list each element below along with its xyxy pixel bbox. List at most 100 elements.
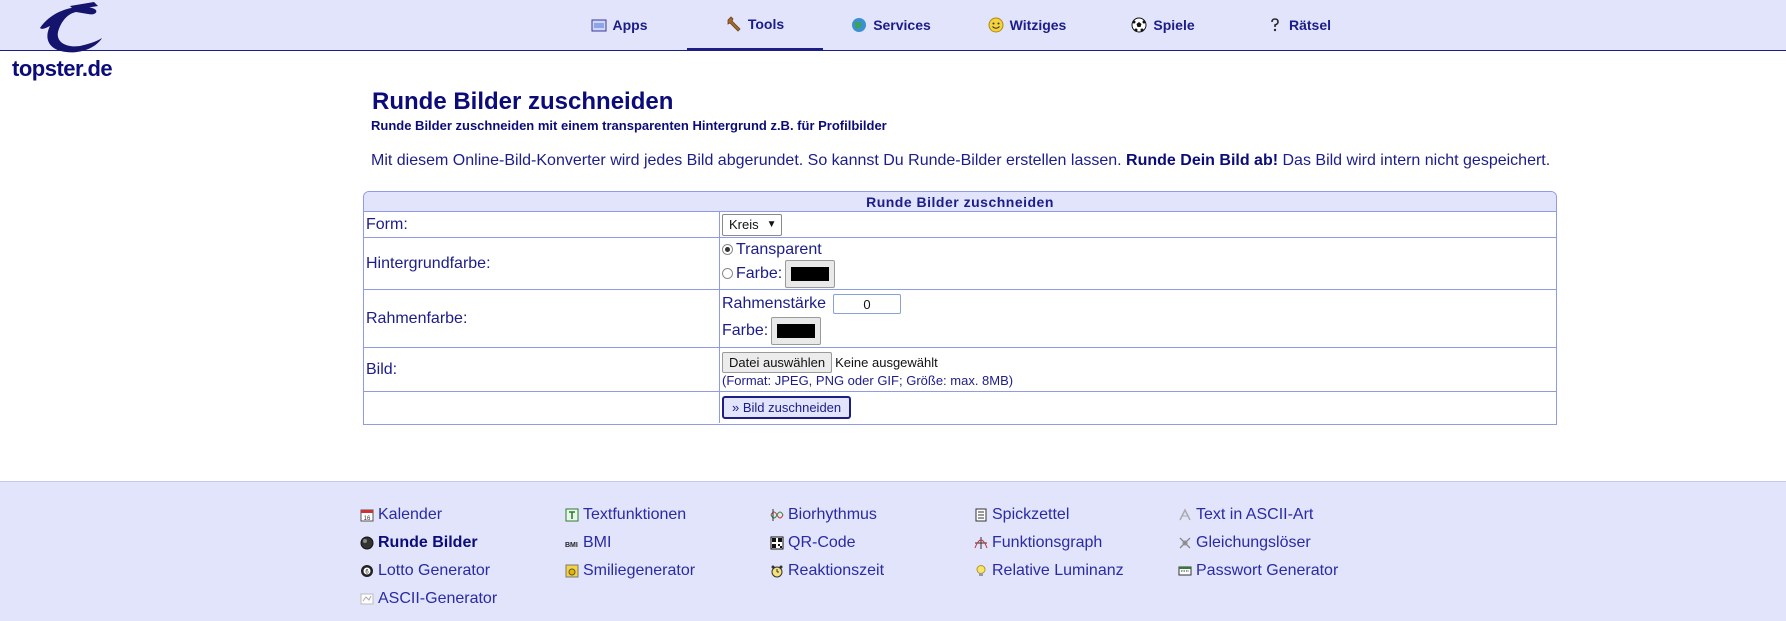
border-label: Rahmenfarbe: bbox=[364, 290, 720, 347]
ascii-icon bbox=[360, 593, 374, 605]
form-heading: Runde Bilder zuschneiden bbox=[364, 192, 1556, 212]
logo-t-icon bbox=[40, 2, 102, 53]
footer-link-label: ASCII-Generator bbox=[378, 590, 498, 607]
form-row-shape: Form: Kreis ▼ bbox=[364, 212, 1556, 238]
crop-form: Runde Bilder zuschneiden Form: Kreis ▼ H… bbox=[363, 191, 1557, 425]
footer-link-ascii-generator[interactable]: ASCII-Generator bbox=[360, 588, 565, 610]
intro-text: Mit diesem Online-Bild-Konverter wird je… bbox=[371, 152, 1550, 170]
background-color-picker[interactable] bbox=[785, 259, 836, 288]
footer-link-gleichungsloeser[interactable]: Gleichungslöser bbox=[1178, 532, 1398, 554]
footer-link-qr-code[interactable]: QR-Code bbox=[770, 532, 974, 554]
nav-label-witziges: Witziges bbox=[1009, 17, 1067, 33]
footer-link-biorhythmus[interactable]: Biorhythmus bbox=[770, 504, 974, 526]
background-label: Hintergrundfarbe: bbox=[364, 238, 720, 289]
shape-label: Form: bbox=[364, 212, 720, 237]
nav-item-apps[interactable]: Apps bbox=[551, 0, 687, 50]
footer-link-funktionsgraph[interactable]: Funktionsgraph bbox=[974, 532, 1178, 554]
crop-image-button[interactable]: » Bild zuschneiden bbox=[722, 396, 852, 419]
round-image-icon bbox=[360, 536, 374, 550]
footer-link-lotto-generator[interactable]: 6 Lotto Generator bbox=[360, 560, 565, 582]
page-title: Runde Bilder zuschneiden bbox=[372, 88, 674, 115]
transparent-label: Transparent bbox=[736, 240, 822, 258]
footer-link-smiliegenerator[interactable]: Smiliegenerator bbox=[565, 560, 770, 582]
border-color-swatch bbox=[777, 323, 816, 338]
footer-link-runde-bilder[interactable]: Runde Bilder bbox=[360, 532, 565, 554]
footer-link-label: QR-Code bbox=[788, 534, 856, 551]
chevron-down-icon: ▼ bbox=[766, 219, 777, 230]
footer-link-label: Runde Bilder bbox=[378, 534, 478, 551]
shape-cell: Kreis ▼ bbox=[720, 212, 1556, 237]
file-hint: (Format: JPEG, PNG oder GIF; Größe: max.… bbox=[722, 373, 1014, 388]
footer-link-spickzettel[interactable]: Spickzettel bbox=[974, 504, 1178, 526]
border-cell: Rahmenstärke 0 Farbe: bbox=[720, 290, 1556, 347]
nav-item-witziges[interactable]: Witziges bbox=[959, 0, 1095, 50]
footer-link-relative-luminanz[interactable]: Relative Luminanz bbox=[974, 560, 1178, 582]
footer-link-passwort-generator[interactable]: Passwort Generator bbox=[1178, 560, 1398, 582]
footer-link-label: Text in ASCII-Art bbox=[1196, 506, 1314, 523]
intro-text-bold: Runde Dein Bild ab! bbox=[1126, 152, 1279, 169]
equation-icon bbox=[1179, 537, 1191, 549]
transparent-radio[interactable] bbox=[722, 244, 733, 255]
question-icon bbox=[1271, 18, 1279, 32]
form-row-background: Hintergrundfarbe: Transparent Farbe: bbox=[364, 238, 1556, 290]
footer-link-reaktionszeit[interactable]: Reaktionszeit bbox=[770, 560, 974, 582]
footer-link-label: Textfunktionen bbox=[583, 506, 687, 523]
nav-label-raetsel: Rätsel bbox=[1288, 17, 1332, 33]
transparent-option: Transparent bbox=[722, 240, 1556, 260]
footer-link-label: Spickzettel bbox=[992, 506, 1070, 523]
border-width-input[interactable]: 0 bbox=[833, 293, 902, 314]
top-navigation-bar: topster.de Apps Tools Services Witziges … bbox=[0, 0, 1786, 81]
smilie-icon bbox=[565, 564, 579, 578]
biorhythm-icon bbox=[770, 509, 784, 521]
color-radio[interactable] bbox=[722, 268, 733, 279]
footer-link-label: Relative Luminanz bbox=[992, 562, 1124, 579]
text-icon bbox=[565, 508, 579, 522]
bmi-icon: BMI bbox=[565, 542, 578, 549]
wrench-icon bbox=[727, 16, 741, 32]
choose-file-button[interactable]: Datei auswählen bbox=[722, 351, 833, 373]
nav-item-tools[interactable]: Tools bbox=[687, 0, 823, 50]
form-row-submit: » Bild zuschneiden bbox=[364, 392, 1556, 423]
password-icon bbox=[1178, 566, 1192, 576]
smiley-icon bbox=[988, 17, 1004, 33]
image-label: Bild: bbox=[364, 348, 720, 391]
background-color-swatch bbox=[791, 266, 830, 281]
nav-item-services[interactable]: Services bbox=[823, 0, 959, 50]
soccer-ball-icon bbox=[1131, 17, 1147, 33]
form-row-image: Bild: Datei auswählen Keine ausgewählt (… bbox=[364, 348, 1556, 392]
border-width-line: Rahmenstärke 0 bbox=[722, 292, 1556, 316]
border-color-picker[interactable] bbox=[771, 316, 822, 345]
main-nav: Apps Tools Services Witziges Spiele Räts… bbox=[551, 0, 1367, 50]
intro-text-part2: Das Bild wird intern nicht gespeichert. bbox=[1282, 152, 1551, 169]
footer-link-kalender[interactable]: 16 Kalender bbox=[360, 504, 565, 526]
footer-link-label: Kalender bbox=[378, 506, 443, 523]
lotto-ball-icon: 6 bbox=[361, 565, 373, 577]
qr-code-icon bbox=[770, 536, 784, 550]
background-cell: Transparent Farbe: bbox=[720, 238, 1556, 289]
footer-link-bmi[interactable]: BMI BMI bbox=[565, 532, 770, 554]
intro-text-part1: Mit diesem Online-Bild-Konverter wird je… bbox=[371, 152, 1122, 169]
graph-icon bbox=[974, 537, 988, 549]
footer: 16 Kalender Textfunktionen Biorhythmus S… bbox=[0, 481, 1786, 621]
nav-label-services: Services bbox=[873, 17, 931, 33]
form-row-border: Rahmenfarbe: Rahmenstärke 0 Farbe: bbox=[364, 290, 1556, 348]
nav-label-spiele: Spiele bbox=[1153, 17, 1195, 33]
page-subtitle: Runde Bilder zuschneiden mit einem trans… bbox=[371, 118, 887, 133]
nav-item-spiele[interactable]: Spiele bbox=[1095, 0, 1231, 50]
apps-icon bbox=[591, 19, 606, 32]
footer-link-textfunktionen[interactable]: Textfunktionen bbox=[565, 504, 770, 526]
border-width-label: Rahmenstärke bbox=[722, 294, 827, 312]
svg-text:BMI: BMI bbox=[565, 542, 578, 549]
file-line: Datei auswählen Keine ausgewählt bbox=[722, 351, 1556, 373]
footer-link-label: Smiliegenerator bbox=[583, 562, 696, 579]
globe-icon bbox=[852, 18, 867, 32]
shape-select[interactable]: Kreis ▼ bbox=[722, 213, 782, 236]
logo-text: topster.de bbox=[12, 56, 113, 81]
footer-link-ascii-art[interactable]: Text in ASCII-Art bbox=[1178, 504, 1398, 526]
footer-link-label: Funktionsgraph bbox=[992, 534, 1103, 551]
note-icon bbox=[975, 508, 987, 522]
file-status: Keine ausgewählt bbox=[835, 354, 938, 370]
site-logo[interactable]: topster.de bbox=[10, 2, 130, 82]
color-option: Farbe: bbox=[722, 259, 1556, 288]
nav-item-raetsel[interactable]: Rätsel bbox=[1231, 0, 1367, 50]
